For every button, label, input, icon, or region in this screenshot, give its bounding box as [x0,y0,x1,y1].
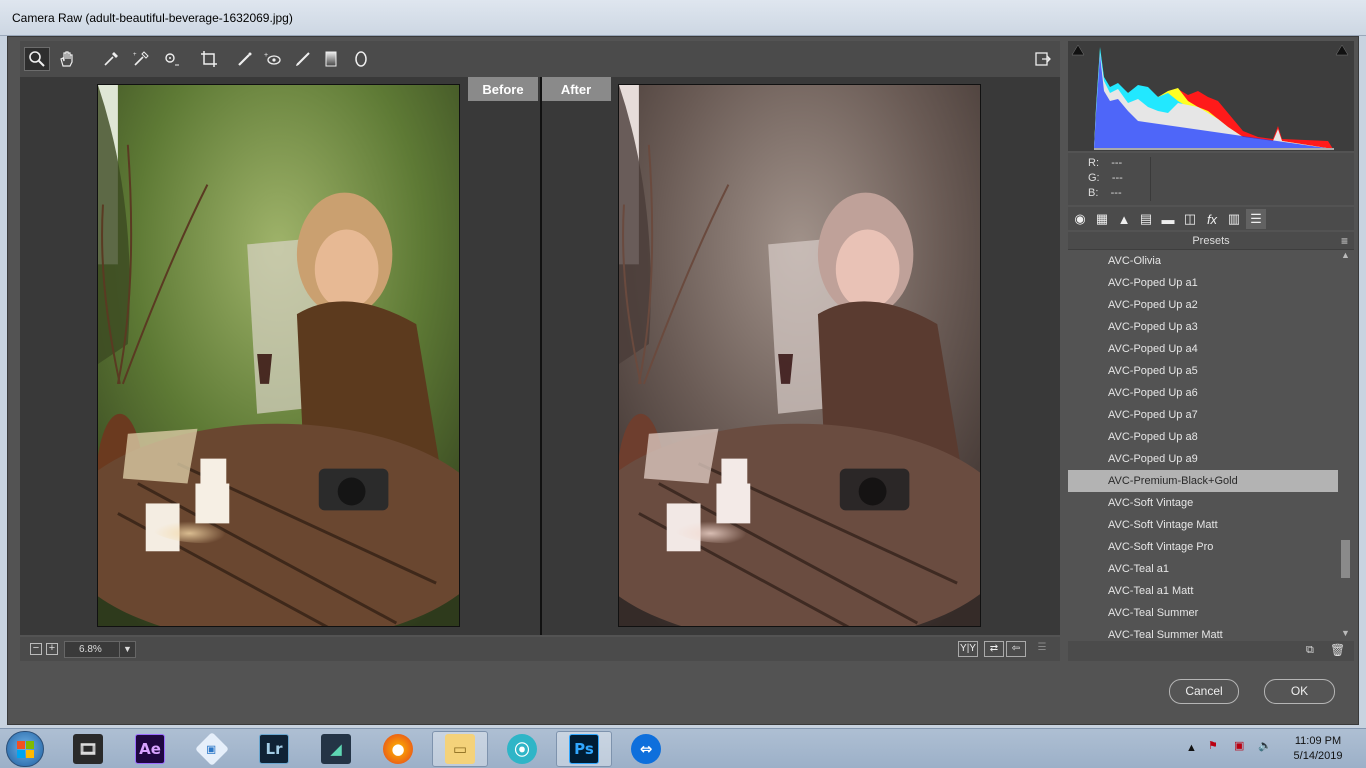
zoom-tool-icon[interactable] [24,47,50,71]
preset-item[interactable]: AVC-Poped Up a3 [1068,316,1338,338]
copy-settings-icon[interactable]: ⇦ [1006,641,1026,657]
camera-raw-dialog: + + Before After − + 6.8% ▼ Y|Y ⇄ ⇦ ☰ R:… [7,36,1359,725]
cancel-button[interactable]: Cancel [1169,679,1239,704]
preset-item[interactable]: AVC-Soft Vintage [1068,492,1338,514]
windows-movie-maker-icon[interactable]: 🎞 [60,731,116,767]
graduated-filter-icon[interactable] [318,47,344,71]
adjustment-brush-icon[interactable] [290,47,316,71]
detail-tab-icon[interactable]: ▲ [1114,209,1134,229]
toolbar: + + [20,41,1060,77]
chevron-down-icon[interactable]: ▼ [119,642,135,657]
preset-item[interactable]: AVC-Teal Summer Matt [1068,624,1338,640]
color-sampler-icon[interactable]: + [128,47,154,71]
volume-icon[interactable]: 🔈 [1258,739,1272,752]
filmora-icon[interactable]: ◢ [308,731,364,767]
preset-item[interactable]: AVC-Teal a1 Matt [1068,580,1338,602]
taskbar: 🎞 Ae ◈ Lr ◢ ● ▭ ⦿ Ps ⇔ ▲ ⚑ ▣ 🔈 11:09 PM … [0,728,1366,768]
preset-item[interactable]: AVC-Soft Vintage Matt [1068,514,1338,536]
swap-settings-icon[interactable]: ⇄ [984,641,1004,657]
preset-item[interactable]: AVC-Teal a1 [1068,558,1338,580]
presets-tab-icon[interactable]: ☰ [1246,209,1266,229]
scroll-up-icon[interactable]: ▲ [1341,250,1350,260]
split-toning-tab-icon[interactable]: ▬ [1158,209,1178,229]
app-icon[interactable]: ◈ [184,731,240,767]
ok-button[interactable]: OK [1264,679,1335,704]
red-eye-icon[interactable]: + [260,47,286,71]
preset-item[interactable]: AVC-Poped Up a5 [1068,360,1338,382]
after-photo [618,84,981,627]
svg-text:+: + [264,52,268,59]
presets-menu-icon[interactable]: ≡ [1341,232,1348,250]
new-preset-icon[interactable]: ⧉ [1306,644,1314,657]
clock-time: 11:09 PM [1294,735,1342,747]
before-photo [97,84,460,627]
image-preview[interactable]: Before After [20,77,1060,635]
zoom-out-button[interactable]: − [30,643,42,655]
crop-icon[interactable] [196,47,222,71]
lightroom-icon[interactable]: Lr [246,731,302,767]
file-explorer-icon[interactable]: ▭ [432,731,488,767]
rgb-readout: R: --- G: --- B: --- [1068,153,1354,205]
system-clock[interactable]: 11:09 PM 5/14/2019 [1280,734,1356,764]
teamviewer-icon[interactable]: ⇔ [618,731,674,767]
effects-tab-icon[interactable]: fx [1202,209,1222,229]
show-hidden-icons-icon[interactable]: ▲ [1186,742,1197,754]
preset-item[interactable]: AVC-Poped Up a2 [1068,294,1338,316]
presets-footer: ⧉ 🗑 [1068,641,1354,661]
before-after-view-icon[interactable]: Y|Y [958,641,978,657]
preset-item[interactable]: AVC-Poped Up a1 [1068,272,1338,294]
zoom-level-value: 6.8% [79,644,102,655]
preset-item[interactable]: AVC-Poped Up a8 [1068,426,1338,448]
calibration-tab-icon[interactable]: ▥ [1224,209,1244,229]
svg-text:+: + [133,52,137,58]
preset-item[interactable]: AVC-Premium-Black+Gold [1068,470,1338,492]
radial-filter-icon[interactable] [348,47,374,71]
presets-title: Presets [1192,235,1230,247]
presets-header: Presets ≡ [1068,232,1354,250]
preset-item[interactable]: AVC-Poped Up a9 [1068,448,1338,470]
hsl-tab-icon[interactable]: ▤ [1136,209,1156,229]
zoom-level-select[interactable]: 6.8% ▼ [64,641,136,658]
preview-footer: − + 6.8% ▼ Y|Y ⇄ ⇦ ☰ [20,637,1060,661]
after-label: After [541,77,611,101]
delete-preset-icon[interactable]: 🗑 [1330,643,1345,657]
zoom-in-button[interactable]: + [46,643,58,655]
screen-recorder-icon[interactable]: ⦿ [494,731,550,767]
preset-item[interactable]: AVC-Teal Summer [1068,602,1338,624]
basic-tab-icon[interactable]: ◉ [1070,209,1090,229]
before-after-divider [540,77,542,635]
tone-curve-tab-icon[interactable]: ▦ [1092,209,1112,229]
preset-item[interactable]: AVC-Poped Up a6 [1068,382,1338,404]
targeted-adjustment-icon[interactable] [158,47,184,71]
window-title: Camera Raw (adult-beautiful-beverage-163… [12,11,293,25]
start-button[interactable] [6,731,44,767]
white-balance-icon[interactable] [98,47,124,71]
open-in-photoshop-icon[interactable] [1030,47,1056,71]
histogram [1068,41,1354,151]
photoshop-icon[interactable]: Ps [556,731,612,767]
spot-removal-icon[interactable] [232,47,258,71]
scroll-thumb[interactable] [1341,540,1350,578]
window-titlebar: Camera Raw (adult-beautiful-beverage-163… [0,0,1366,36]
action-center-icon[interactable]: ⚑ [1208,739,1218,752]
rgb-g-row: G: --- [1088,172,1123,184]
preset-item[interactable]: AVC-Soft Vintage Pro [1068,536,1338,558]
rgb-r-row: R: --- [1088,157,1123,169]
presets-list[interactable]: AVC-Olivia AVC-Poped Up a1 AVC-Poped Up a2… [1068,250,1338,640]
preset-item[interactable]: AVC-Poped Up a7 [1068,404,1338,426]
panel-tabs: ◉ ▦ ▲ ▤ ▬ ◫ fx ▥ ☰ [1068,207,1354,230]
before-label: Before [468,77,538,101]
toggle-settings-icon[interactable]: ☰ [1032,641,1052,657]
firefox-icon[interactable]: ● [370,731,426,767]
after-effects-icon[interactable]: Ae [122,731,178,767]
network-icon[interactable]: ▣ [1234,739,1244,752]
preset-item[interactable]: AVC-Poped Up a4 [1068,338,1338,360]
preset-item[interactable]: AVC-Olivia [1068,250,1338,272]
presets-scrollbar[interactable]: ▲ ▼ [1338,250,1354,640]
scroll-down-icon[interactable]: ▼ [1341,628,1350,638]
lens-corrections-tab-icon[interactable]: ◫ [1180,209,1200,229]
rgb-b-row: B: --- [1088,187,1122,199]
hand-tool-icon[interactable] [54,47,80,71]
clock-date: 5/14/2019 [1293,750,1343,762]
